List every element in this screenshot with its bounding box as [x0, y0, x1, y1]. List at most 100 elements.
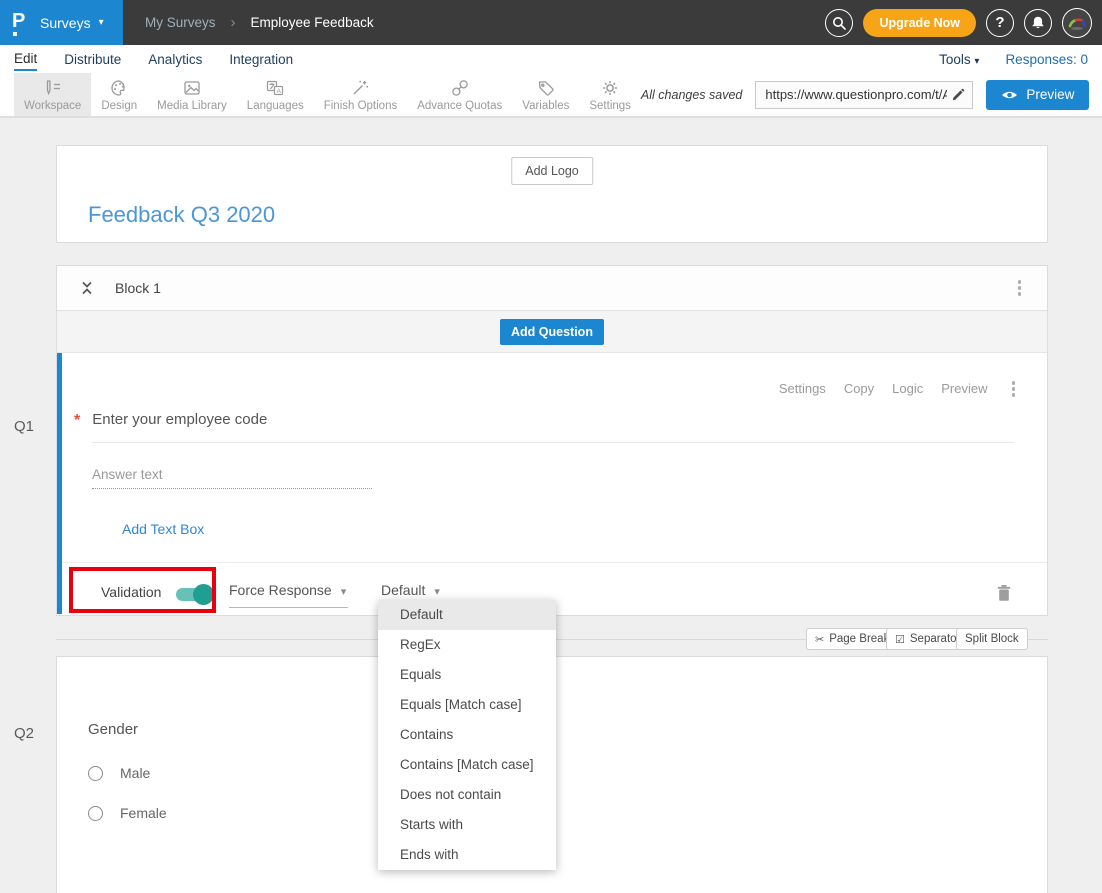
bell-icon: [1030, 15, 1046, 31]
toolbar-item-languages[interactable]: A Languages: [237, 73, 314, 116]
edit-url-button[interactable]: [949, 88, 972, 102]
translate-icon: A: [265, 78, 285, 98]
add-text-box-link[interactable]: Add Text Box: [122, 521, 204, 537]
toolbar-right: All changes saved Preview: [641, 73, 1102, 116]
tab-edit[interactable]: Edit: [14, 48, 37, 71]
chevron-down-icon: ▾: [974, 56, 979, 67]
menu-item-starts-with[interactable]: Starts with: [378, 810, 556, 840]
question-1-card: Settings Copy Logic Preview * Enter your …: [57, 353, 1047, 614]
question-settings-link[interactable]: Settings: [779, 381, 826, 396]
tab-integration[interactable]: Integration: [229, 49, 293, 70]
image-icon: [182, 78, 202, 98]
menu-item-regex[interactable]: RegEx: [378, 630, 556, 660]
editor-toolbar: Workspace Design Media Library A Languag…: [0, 73, 1102, 118]
toolbar-item-label: Settings: [589, 100, 631, 112]
pencil-icon: [951, 88, 965, 102]
answer-option-male[interactable]: Male: [88, 765, 150, 781]
chevron-down-icon: ▾: [341, 586, 347, 598]
menu-item-equals[interactable]: Equals: [378, 660, 556, 690]
toolbar-item-label: Languages: [247, 100, 304, 112]
tag-icon: [536, 78, 556, 98]
search-button[interactable]: [825, 9, 853, 37]
help-button[interactable]: ?: [986, 9, 1014, 37]
page-break-button[interactable]: ✂ Page Break: [806, 628, 898, 650]
answer-option-female[interactable]: Female: [88, 805, 167, 821]
svg-text:A: A: [277, 87, 282, 94]
survey-title[interactable]: Feedback Q3 2020: [88, 202, 275, 228]
add-question-strip: Add Question: [57, 311, 1047, 353]
collapse-block-icon[interactable]: [79, 280, 95, 296]
survey-header-card: Add Logo Feedback Q3 2020: [56, 145, 1048, 243]
magic-wand-icon: [350, 78, 370, 98]
answer-text-input[interactable]: [92, 463, 372, 489]
menu-item-contains[interactable]: Contains: [378, 720, 556, 750]
block-title[interactable]: Block 1: [115, 280, 161, 296]
split-block-button[interactable]: Split Block: [956, 628, 1028, 650]
tools-dropdown[interactable]: Tools ▾: [939, 52, 979, 67]
answer-option-label: Female: [120, 805, 167, 821]
menu-item-contains-match-case[interactable]: Contains [Match case]: [378, 750, 556, 780]
question-preview-link[interactable]: Preview: [941, 381, 987, 396]
user-avatar[interactable]: [1062, 8, 1092, 38]
survey-editor-screen: P Surveys ▾ My Surveys › Employee Feedba…: [0, 0, 1102, 893]
product-menu[interactable]: P Surveys ▾: [0, 0, 123, 45]
block-header: Block 1: [57, 266, 1047, 311]
block-card: Block 1 Add Question Settings Copy Logic…: [56, 265, 1048, 616]
toolbar-item-workspace[interactable]: Workspace: [14, 73, 91, 116]
menu-item-ends-with[interactable]: Ends with: [378, 840, 556, 870]
toolbar-item-finish-options[interactable]: Finish Options: [314, 73, 408, 116]
breadcrumb-my-surveys[interactable]: My Surveys: [145, 15, 216, 30]
breadcrumb: My Surveys › Employee Feedback: [145, 0, 374, 45]
save-status-text: All changes saved: [641, 88, 742, 102]
question-number-q1: Q1: [14, 418, 34, 435]
menu-item-does-not-contain[interactable]: Does not contain: [378, 780, 556, 810]
toolbar-item-label: Design: [101, 100, 137, 112]
toolbar-item-design[interactable]: Design: [91, 73, 147, 116]
radio-button-icon[interactable]: [88, 766, 103, 781]
block-menu-button[interactable]: [1014, 276, 1026, 300]
avatar-gauge-icon: [1064, 10, 1090, 36]
palette-icon: [109, 78, 129, 98]
preview-button[interactable]: Preview: [986, 80, 1089, 110]
question-menu-button[interactable]: [1008, 377, 1020, 401]
eye-icon: [1001, 89, 1018, 101]
toolbar-item-media-library[interactable]: Media Library: [147, 73, 237, 116]
question-text[interactable]: Enter your employee code: [92, 411, 267, 428]
notifications-button[interactable]: [1024, 9, 1052, 37]
validation-label: Validation: [101, 584, 161, 600]
toolbar-item-settings[interactable]: Settings: [579, 73, 641, 116]
radio-button-icon[interactable]: [88, 806, 103, 821]
tab-row: Edit Distribute Analytics Integration To…: [0, 45, 1102, 73]
required-asterisk-icon: *: [74, 412, 80, 429]
add-question-button[interactable]: Add Question: [500, 319, 604, 345]
menu-item-equals-match-case[interactable]: Equals [Match case]: [378, 690, 556, 720]
tab-distribute[interactable]: Distribute: [64, 49, 121, 70]
toolbar-item-label: Workspace: [24, 100, 81, 112]
question-text[interactable]: Gender: [88, 721, 138, 738]
upgrade-now-button[interactable]: Upgrade Now: [863, 9, 976, 37]
add-logo-button[interactable]: Add Logo: [511, 157, 593, 185]
separator-checkbox-icon: ☑: [895, 633, 905, 646]
responses-count[interactable]: Responses: 0: [1005, 52, 1088, 67]
toolbar-item-label: Advance Quotas: [417, 100, 502, 112]
force-response-dropdown[interactable]: Force Response▾: [229, 582, 348, 608]
delete-question-button[interactable]: [996, 584, 1012, 607]
tab-analytics[interactable]: Analytics: [148, 49, 202, 70]
gear-icon: [600, 78, 620, 98]
toolbar-item-advance-quotas[interactable]: Advance Quotas: [407, 73, 512, 116]
page-break-icon: ✂: [815, 633, 824, 646]
workspace-icon: [43, 78, 63, 98]
chain-links-icon: [450, 78, 470, 98]
top-bar: P Surveys ▾ My Surveys › Employee Feedba…: [0, 0, 1102, 45]
menu-item-default[interactable]: Default: [378, 600, 556, 630]
breadcrumb-separator-icon: ›: [231, 14, 236, 31]
validation-type-menu: Default RegEx Equals Equals [Match case]…: [378, 600, 556, 870]
toolbar-item-variables[interactable]: Variables: [512, 73, 579, 116]
survey-url-input[interactable]: [756, 87, 949, 102]
question-logic-link[interactable]: Logic: [892, 381, 923, 396]
question-actions: Settings Copy Logic Preview: [779, 377, 1019, 401]
validation-toggle[interactable]: [176, 588, 211, 601]
question-mark-icon: ?: [995, 14, 1004, 31]
question-copy-link[interactable]: Copy: [844, 381, 874, 396]
question-text-row[interactable]: * Enter your employee code: [74, 411, 267, 430]
